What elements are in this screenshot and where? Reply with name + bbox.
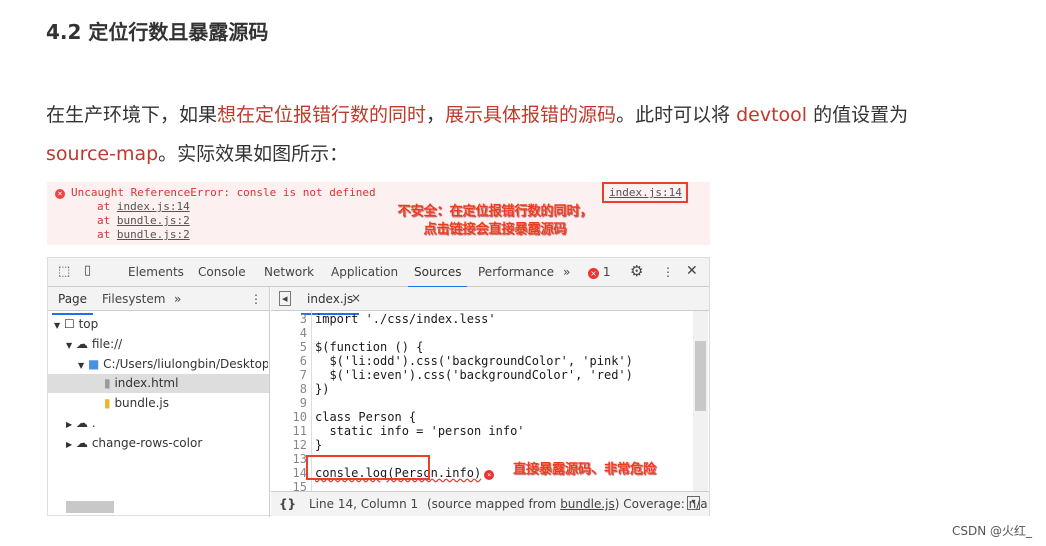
cloud-icon: ☁ bbox=[75, 416, 88, 430]
code-text: $('li:odd').css('backgroundColor', 'pink… bbox=[315, 354, 633, 368]
file-tab-index-js[interactable]: index.js bbox=[300, 292, 360, 315]
tab-application[interactable]: Application bbox=[331, 265, 398, 279]
paragraph-line-1: 在生产环境下，如果想在定位报错行数的同时，展示具体报错的源码。此时可以将 dev… bbox=[46, 104, 909, 126]
line-number[interactable]: 9 bbox=[271, 396, 307, 410]
code-line: $('li:even').css('backgroundColor', 'red… bbox=[315, 368, 633, 382]
code-text: static info = 'person info' bbox=[315, 424, 525, 438]
stack-link[interactable]: bundle.js:2 bbox=[117, 228, 190, 241]
line-number[interactable]: 6 bbox=[271, 354, 307, 368]
error-message: Uncaught ReferenceError: consle is not d… bbox=[71, 186, 376, 199]
highlight-box bbox=[602, 182, 688, 203]
section-heading: 4.2 定位行数且暴露源码 bbox=[46, 20, 269, 44]
js-file-icon: ▮ bbox=[104, 396, 111, 410]
code-text: } bbox=[315, 438, 323, 452]
stack-link[interactable]: index.js:14 bbox=[117, 200, 190, 213]
cloud-icon: ☁ bbox=[75, 436, 88, 450]
drawer-toggle-icon[interactable]: ▾ bbox=[687, 496, 700, 510]
code-text: class Person { bbox=[315, 410, 417, 424]
error-icon: × bbox=[55, 189, 65, 199]
file-icon: ▮ bbox=[104, 376, 111, 390]
stack-link[interactable]: bundle.js:2 bbox=[117, 214, 190, 227]
line-number[interactable]: 12 bbox=[271, 438, 307, 452]
watermark: CSDN @火红_ bbox=[951, 524, 1032, 538]
code-line: static info = 'person info' bbox=[315, 424, 525, 438]
bundle-js-link[interactable]: bundle.js bbox=[560, 497, 615, 511]
tree-item-top[interactable]: ▼ ☐ top bbox=[54, 317, 98, 331]
tab-sources[interactable]: Sources bbox=[407, 265, 469, 288]
line-number[interactable]: 10 bbox=[271, 410, 307, 424]
code-line: $(function () { bbox=[315, 340, 423, 354]
toggle-navigator-icon[interactable]: ◂ bbox=[279, 291, 291, 306]
pretty-print-button[interactable]: {} bbox=[279, 497, 296, 511]
annotation-code: 直接暴露源码、非常危险 bbox=[513, 462, 657, 477]
editor-tabs: ◂ index.js × bbox=[271, 287, 709, 315]
stack-at: at bbox=[97, 200, 111, 213]
device-toolbar-icon[interactable]: ▯ bbox=[84, 263, 91, 278]
inspect-icon[interactable]: ⬚ bbox=[58, 264, 70, 279]
status-bar: {} Line 14, Column 1 (source mapped from… bbox=[271, 491, 709, 516]
tree-item-change-rows-color[interactable]: ▶ ☁ change-rows-color bbox=[66, 436, 202, 450]
tab-performance[interactable]: Performance bbox=[478, 265, 554, 279]
line-number[interactable]: 11 bbox=[271, 424, 307, 438]
tab-filesystem[interactable]: Filesystem bbox=[102, 292, 165, 306]
highlight-box bbox=[306, 455, 430, 480]
line-number[interactable]: 15 bbox=[271, 480, 307, 491]
devtools-tab-bar: ⬚ ▯ Elements Console Network Application… bbox=[48, 258, 709, 288]
tree-item-index-html[interactable]: ▮ index.html bbox=[104, 376, 178, 390]
cursor-position: Line 14, Column 1 bbox=[309, 497, 419, 511]
code-text: $('li:even').css('backgroundColor', 'red… bbox=[315, 368, 633, 382]
annotation-top: 不安全：在定位报错行数的同时， 点击链接会直接暴露源码 bbox=[397, 204, 593, 237]
code-line: }) bbox=[315, 382, 329, 396]
tree-item-folder[interactable]: ▼ ■ C:/Users/liulongbin/Desktop/vu bbox=[78, 357, 268, 371]
close-tab-icon[interactable]: × bbox=[351, 291, 361, 305]
code-text: $(function () { bbox=[315, 340, 424, 354]
folder-icon: ■ bbox=[87, 357, 100, 371]
tab-network[interactable]: Network bbox=[264, 265, 314, 279]
line-number[interactable]: 8 bbox=[271, 382, 307, 396]
code-line: $('li:odd').css('backgroundColor', 'pink… bbox=[315, 354, 633, 368]
frame-icon: ☐ bbox=[63, 317, 75, 331]
code-line: import './css/index.less' bbox=[315, 312, 496, 326]
file-tree: ▼ ☐ top ▼ ☁ file:// ▼ ■ C:/Users/liulong… bbox=[48, 311, 270, 517]
gear-icon[interactable]: ⚙ bbox=[630, 262, 643, 280]
stack-at: at bbox=[97, 228, 111, 241]
more-nav-button[interactable]: » bbox=[174, 292, 181, 306]
tab-console[interactable]: Console bbox=[198, 265, 246, 279]
close-icon[interactable]: ✕ bbox=[686, 263, 698, 279]
code-line: class Person { bbox=[315, 410, 416, 424]
tree-item-file[interactable]: ▼ ☁ file:// bbox=[66, 337, 122, 351]
tree-item-bundle-js[interactable]: ▮ bundle.js bbox=[104, 396, 169, 410]
more-options-icon[interactable]: ⋮ bbox=[250, 292, 262, 306]
navigator-tabs: Page Filesystem » ⋮ bbox=[48, 287, 270, 315]
code-text: import './css/index.less' bbox=[315, 312, 496, 326]
line-number[interactable]: 13 bbox=[271, 452, 307, 466]
more-options-icon[interactable]: ⋮ bbox=[662, 265, 674, 279]
more-tabs-button[interactable]: » bbox=[563, 265, 570, 279]
source-map-info: (source mapped from bundle.js) Coverage:… bbox=[427, 497, 708, 511]
vertical-scrollbar[interactable] bbox=[693, 311, 708, 491]
stack-at: at bbox=[97, 214, 111, 227]
line-number[interactable]: 7 bbox=[271, 368, 307, 382]
paragraph-line-2: source-map。实际效果如图所示： bbox=[46, 143, 349, 165]
error-icon: × bbox=[484, 470, 495, 480]
code-text: }) bbox=[315, 382, 330, 396]
error-icon: × bbox=[588, 268, 599, 279]
line-number[interactable]: 4 bbox=[271, 326, 307, 340]
line-number[interactable]: 3 bbox=[271, 312, 307, 326]
error-count-badge[interactable]: × 1 bbox=[588, 265, 610, 279]
line-number[interactable]: 14 bbox=[271, 466, 307, 480]
tab-page[interactable]: Page bbox=[51, 292, 94, 315]
horizontal-scrollbar[interactable] bbox=[66, 501, 114, 513]
code-line: } bbox=[315, 438, 322, 452]
cloud-icon: ☁ bbox=[75, 337, 88, 351]
tree-item-dot[interactable]: ▶ ☁ . bbox=[66, 416, 96, 430]
tab-elements[interactable]: Elements bbox=[128, 265, 184, 279]
line-number[interactable]: 5 bbox=[271, 340, 307, 354]
